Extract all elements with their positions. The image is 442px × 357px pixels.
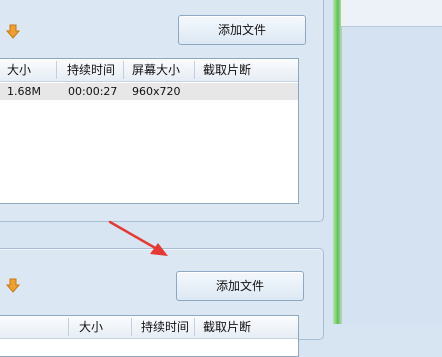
column-separator: [123, 61, 124, 79]
column-separator: [131, 318, 132, 336]
down-arrow-icon[interactable]: [5, 278, 21, 294]
column-header-duration[interactable]: 持续时间: [135, 316, 191, 338]
column-separator: [68, 318, 69, 336]
file-list[interactable]: 大小 持续时间 屏幕大小 截取片断 1.68M 00:00:27 960x720: [0, 58, 299, 204]
column-header-size[interactable]: 大小: [1, 59, 56, 81]
file-panel-top: 添加文件 大小 持续时间 屏幕大小 截取片断 1.68M 00:00:27 96…: [0, 0, 324, 222]
right-pane-header: [341, 0, 442, 27]
list-header: 大小 持续时间 截取片断: [0, 316, 298, 339]
cell-screen-size: 960x720: [132, 85, 181, 98]
column-separator: [56, 61, 57, 79]
column-header-clip[interactable]: 截取片断: [197, 316, 277, 338]
column-header-duration[interactable]: 持续时间: [61, 59, 121, 81]
table-row[interactable]: 1.68M 00:00:27 960x720: [0, 83, 298, 100]
right-pane: [341, 0, 442, 324]
column-header-screen-size[interactable]: 屏幕大小: [126, 59, 192, 81]
splitter-bar[interactable]: [333, 0, 341, 324]
down-arrow-icon[interactable]: [5, 24, 21, 40]
annotation-arrow-icon: [108, 220, 168, 256]
add-file-button[interactable]: 添加文件: [176, 271, 304, 301]
cell-size: 1.68M: [7, 85, 41, 98]
add-file-button[interactable]: 添加文件: [178, 15, 306, 45]
column-separator: [194, 61, 195, 79]
file-list[interactable]: 大小 持续时间 截取片断: [0, 315, 299, 357]
column-header-size[interactable]: 大小: [73, 316, 128, 338]
column-separator: [194, 318, 195, 336]
column-header-clip[interactable]: 截取片断: [197, 59, 277, 81]
list-header: 大小 持续时间 屏幕大小 截取片断: [0, 59, 298, 82]
cell-duration: 00:00:27: [68, 85, 118, 98]
